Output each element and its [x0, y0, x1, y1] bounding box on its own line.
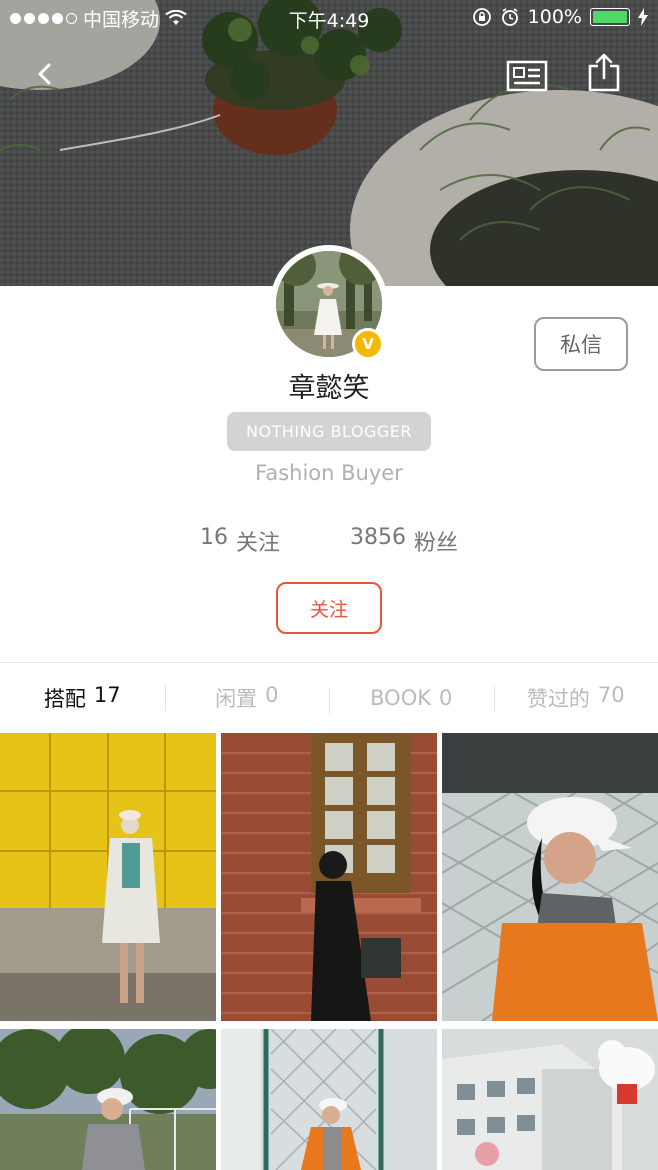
signal-strength-icon — [10, 12, 77, 24]
tab-liked[interactable]: 赞过的 70 — [493, 683, 658, 713]
grid-photo[interactable] — [221, 733, 437, 1021]
tab-count: 70 — [597, 683, 625, 707]
tab-label: 赞过的 — [526, 687, 590, 711]
tab-idle-items[interactable]: 闲置 0 — [164, 683, 330, 713]
following-count: 16 — [199, 525, 228, 550]
username: 章懿笑 — [288, 373, 370, 404]
tab-label: 搭配 — [43, 687, 86, 711]
verified-badge: V — [352, 328, 384, 360]
grid-photo[interactable] — [221, 1029, 437, 1170]
tab-count: 17 — [93, 683, 121, 707]
tab-count: 0 — [439, 686, 453, 710]
following-stat[interactable]: 16 关注 — [200, 525, 280, 557]
carrier-name: 中国移动 — [83, 8, 160, 31]
tab-bar: 搭配 17 闲置 0 BOOK 0 赞过的 70 — [0, 664, 658, 732]
battery-icon — [590, 8, 630, 26]
grid-photo[interactable] — [442, 1029, 658, 1170]
message-button[interactable]: 私信 — [534, 317, 628, 371]
followers-count: 3856 — [350, 525, 406, 550]
wifi-icon — [165, 10, 187, 25]
status-bar: 中国移动 下午4:49 100% — [0, 0, 658, 36]
tab-label: BOOK — [370, 686, 431, 710]
following-label: 关注 — [235, 531, 280, 556]
stats-row: 16 关注 3856 粉丝 — [0, 525, 658, 557]
id-card-icon[interactable] — [506, 58, 548, 94]
followers-label: 粉丝 — [414, 531, 459, 556]
share-icon[interactable] — [584, 52, 624, 94]
tab-outfits[interactable]: 搭配 17 — [0, 683, 165, 713]
rotation-lock-icon — [472, 8, 491, 26]
divider — [0, 662, 658, 663]
user-tag: NOTHING BLOGGER — [227, 412, 431, 451]
user-subtitle: Fashion Buyer — [255, 461, 403, 485]
grid-photo[interactable] — [442, 733, 658, 1021]
followers-stat[interactable]: 3856 粉丝 — [350, 525, 458, 557]
chevron-left-icon[interactable] — [28, 56, 64, 92]
charging-icon — [638, 8, 648, 26]
tab-book[interactable]: BOOK 0 — [329, 686, 494, 714]
cover-image: 中国移动 下午4:49 100% — [0, 0, 658, 286]
grid-photo[interactable] — [0, 733, 216, 1021]
grid-photo[interactable] — [0, 1029, 216, 1170]
follow-button[interactable]: 关注 — [276, 582, 382, 634]
alarm-icon — [501, 8, 518, 26]
tab-count: 0 — [265, 683, 279, 707]
tab-label: 闲置 — [215, 687, 258, 711]
battery-percent: 100% — [527, 6, 582, 28]
cover-photo — [0, 0, 658, 286]
